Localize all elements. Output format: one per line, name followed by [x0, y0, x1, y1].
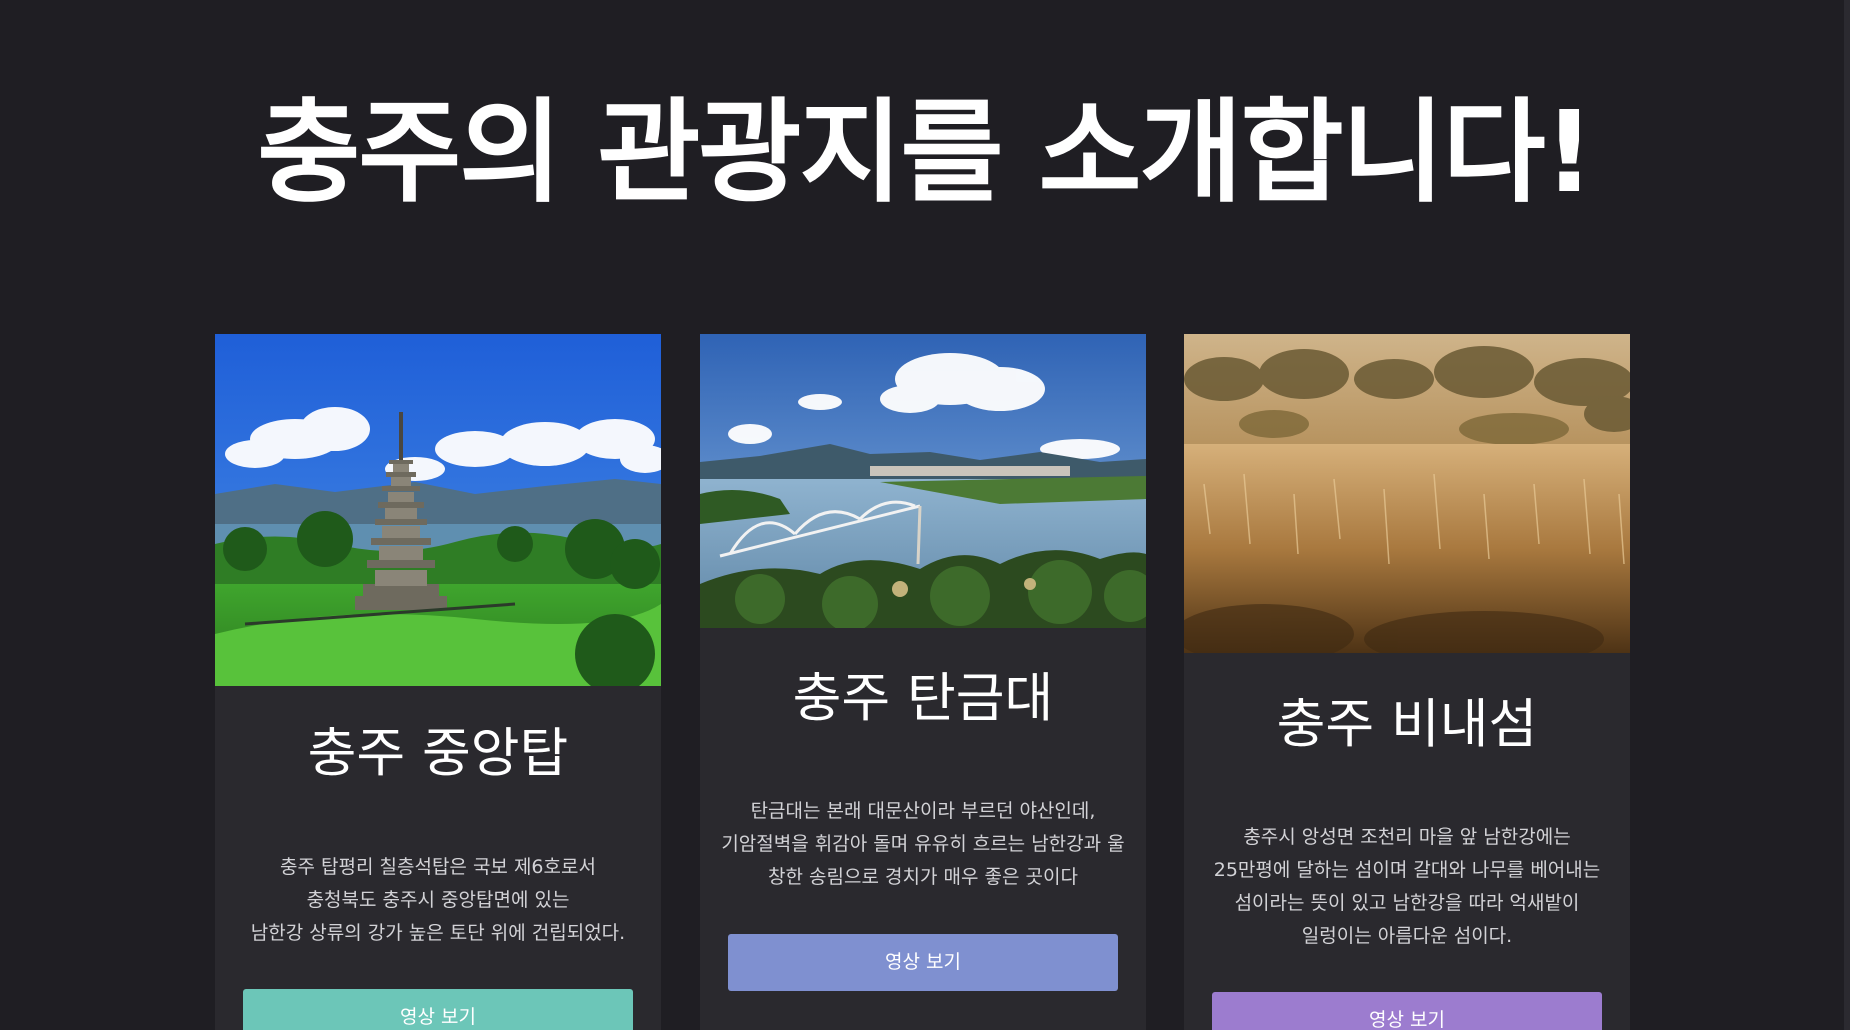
card-description-line: 충주시 앙성면 조천리 마을 앞 남한강에는 — [1243, 826, 1571, 848]
card-description-line: 기암절벽을 휘감아 돌며 유유히 흐르는 남한강과 울 — [721, 833, 1125, 855]
reed-field-photo — [1184, 334, 1630, 653]
card-description: 충주 탑평리 칠층석탑은 국보 제6호로서 충청북도 충주시 중앙탑면에 있는 … — [215, 851, 661, 950]
card-description-line: 섬이라는 뜻이 있고 남한강을 따라 억새밭이 — [1234, 892, 1580, 914]
page-title: 충주의 관광지를 소개합니다! — [257, 88, 1595, 218]
card-description-line: 남한강 상류의 강가 높은 토단 위에 건립되었다. — [250, 922, 626, 944]
card-title: 충주 탄금대 — [792, 668, 1054, 729]
river-bridge-photo — [700, 334, 1146, 628]
card-title: 충주 중앙탑 — [307, 723, 569, 784]
card-description: 충주시 앙성면 조천리 마을 앞 남한강에는 25만평에 달하는 섬이며 갈대와… — [1184, 821, 1630, 953]
card-description: 탄금대는 본래 대문산이라 부르던 야산인데, 기암절벽을 휘감아 돌며 유유히… — [700, 795, 1146, 894]
watch-video-button[interactable]: 영상 보기 — [1212, 992, 1602, 1030]
card-description-line: 창한 송림으로 경치가 매우 좋은 곳이다 — [768, 866, 1078, 888]
card-description-line: 충주 탑평리 칠층석탑은 국보 제6호로서 — [280, 856, 596, 878]
card-title: 충주 비내섬 — [1276, 694, 1538, 755]
card-description-line: 탄금대는 본래 대문산이라 부르던 야산인데, — [750, 800, 1096, 822]
card-description-line: 충청북도 충주시 중앙탑면에 있는 — [306, 889, 570, 911]
attraction-card-jungangtap: 충주 중앙탑 충주 탑평리 칠층석탑은 국보 제6호로서 충청북도 충주시 중앙… — [215, 334, 661, 1030]
card-description-line: 일렁이는 아름다운 섬이다. — [1301, 925, 1513, 947]
watch-video-button[interactable]: 영상 보기 — [243, 989, 633, 1030]
attraction-card-tangeumdae: 충주 탄금대 탄금대는 본래 대문산이라 부르던 야산인데, 기암절벽을 휘감아… — [700, 334, 1146, 1030]
card-description-line: 25만평에 달하는 섬이며 갈대와 나무를 베어내는 — [1213, 859, 1601, 881]
attraction-card-binaeseom: 충주 비내섬 충주시 앙성면 조천리 마을 앞 남한강에는 25만평에 달하는 … — [1184, 334, 1630, 1030]
pagoda-photo — [215, 334, 661, 686]
watch-video-button[interactable]: 영상 보기 — [728, 934, 1118, 991]
